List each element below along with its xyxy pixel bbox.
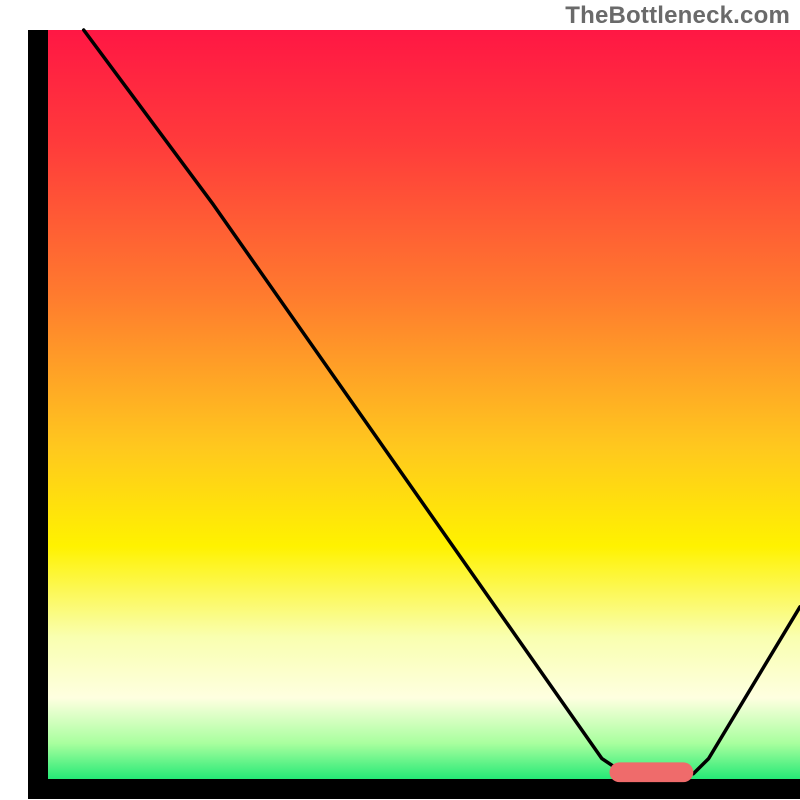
watermark-text: TheBottleneck.com (565, 2, 790, 30)
bottleneck-chart: TheBottleneck.com (0, 0, 800, 800)
chart-svg (0, 0, 800, 800)
optimum-marker (610, 762, 694, 782)
plot-area (38, 30, 800, 789)
